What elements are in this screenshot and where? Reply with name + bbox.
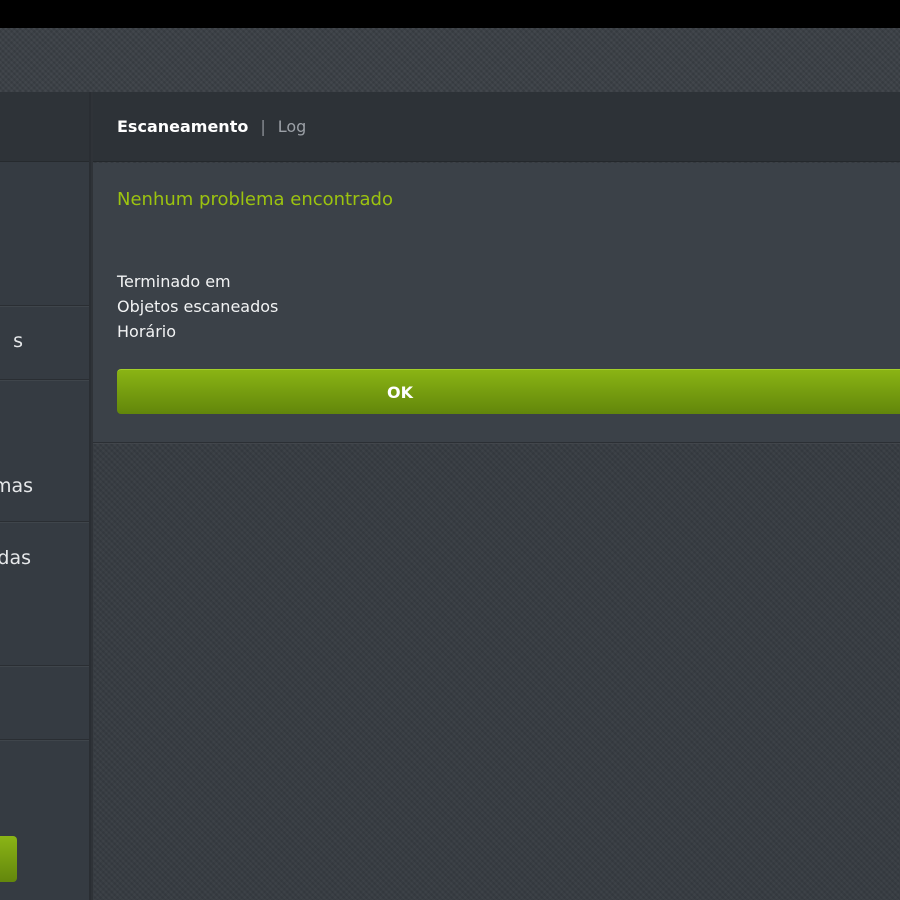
time-label: Horário: [117, 322, 177, 341]
sidebar: s mas das: [0, 92, 91, 900]
tab-log[interactable]: Log: [278, 117, 307, 136]
tab-scan[interactable]: Escaneamento: [117, 117, 248, 136]
scan-result-panel: Nenhum problema encontrado Terminado em …: [93, 163, 900, 443]
app-top-banner: [0, 28, 900, 92]
finished-label: Terminado em: [117, 272, 231, 291]
status-bar: [0, 0, 900, 28]
tab-separator: |: [260, 117, 266, 136]
sidebar-action-button[interactable]: [0, 836, 17, 882]
sidebar-divider: [0, 521, 89, 522]
sidebar-item-2[interactable]: mas: [0, 475, 33, 497]
sidebar-divider: [0, 665, 89, 666]
ok-button[interactable]: OK: [117, 369, 900, 414]
tab-bar: Escaneamento | Log: [93, 92, 900, 162]
sidebar-divider: [0, 305, 89, 306]
sidebar-item-1[interactable]: s: [13, 330, 23, 352]
sidebar-item-3[interactable]: das: [0, 547, 31, 569]
sidebar-header: [0, 92, 89, 162]
sidebar-divider: [0, 379, 89, 380]
scan-result-title: Nenhum problema encontrado: [117, 189, 393, 210]
sidebar-divider: [0, 739, 89, 740]
main-content: Escaneamento | Log Nenhum problema encon…: [93, 92, 900, 900]
scanned-objects-label: Objetos escaneados: [117, 297, 279, 316]
